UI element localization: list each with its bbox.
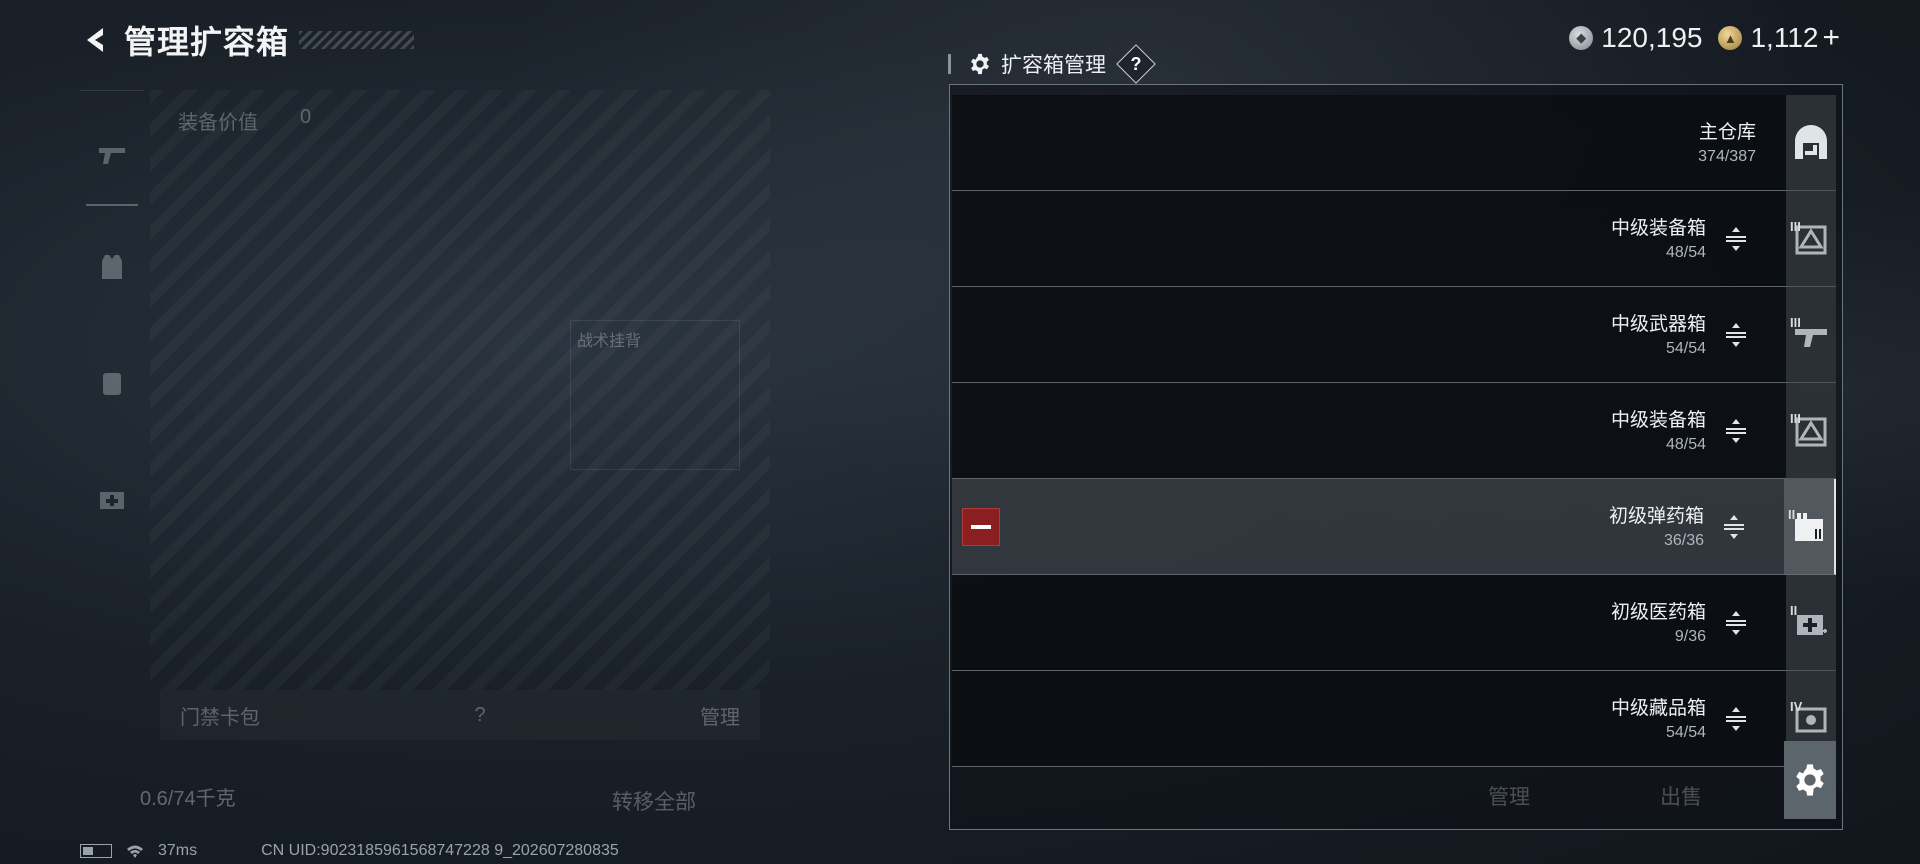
header: 管理扩容箱 (80, 18, 415, 62)
ammo-box-icon: II (1784, 479, 1834, 575)
tier-label: III (1790, 219, 1801, 234)
silver-currency[interactable]: ◆ 120,195 (1569, 22, 1702, 54)
box-capacity: 54/54 (1665, 340, 1706, 357)
tier-label: III (1790, 315, 1801, 330)
rail-active-indicator (86, 204, 138, 206)
equip-value: 0 (300, 106, 312, 128)
panel-title: 扩容箱管理 (1001, 54, 1106, 77)
box-name: 中级藏品箱 (1610, 698, 1706, 719)
remove-button[interactable] (962, 508, 1000, 546)
page-title: 管理扩容箱 (124, 24, 290, 60)
status-bar: 37ms CN UID:9023185961568747228 9_202607… (80, 842, 619, 860)
gold-amount: 1,112 (1750, 22, 1819, 53)
silver-coin-icon: ◆ (1569, 26, 1594, 50)
box-name: 中级装备箱 (1610, 410, 1706, 431)
list-item[interactable]: 中级装备箱 48/54 III (952, 383, 1836, 479)
box-capacity: 54/54 (1665, 724, 1706, 741)
drag-handle-icon[interactable] (1722, 225, 1750, 253)
weight-readout: 0.6/74千克 (140, 788, 236, 810)
box-name: 初级弹药箱 (1608, 506, 1704, 527)
header-accent-bar (948, 54, 951, 74)
backpack-icon[interactable] (96, 367, 128, 399)
list-item-selected[interactable]: 初级弹药箱 36/36 II (952, 479, 1836, 575)
wifi-icon (127, 845, 143, 858)
ping-readout: 37ms (158, 842, 198, 859)
currency-bar: ◆ 120,195 ▲ 1,112 + (1569, 18, 1840, 58)
list-item[interactable]: 主仓库 374/387 (952, 95, 1836, 191)
remove-icon (971, 525, 991, 529)
card-bag-help[interactable]: ? (474, 704, 485, 727)
medkit-icon[interactable] (96, 483, 128, 515)
transfer-all-button[interactable]: 转移全部 (612, 786, 696, 816)
list-item[interactable]: 初级医药箱 9/36 II (952, 575, 1836, 671)
drag-handle-icon[interactable] (1720, 513, 1748, 541)
drag-handle-icon[interactable] (1722, 321, 1750, 349)
list-item[interactable]: 中级藏品箱 54/54 IV (952, 671, 1836, 767)
title-stripe-decoration (299, 31, 415, 49)
tier-label: III (1790, 411, 1801, 426)
box-capacity: 374/387 (1698, 148, 1756, 165)
panel-footer-actions: 管理 出售 (1488, 781, 1702, 811)
card-bag-manage-button[interactable]: 管理 (700, 701, 740, 730)
uid-readout: CN UID:9023185961568747228 9_20260728083… (261, 842, 619, 859)
equip-value-label: 装备价值 (178, 112, 258, 134)
tactical-rig-slot[interactable]: 战术挂背 (570, 320, 740, 470)
box-name: 初级医药箱 (1610, 602, 1706, 623)
box-capacity: 36/36 (1663, 532, 1704, 549)
box-name: 中级装备箱 (1610, 218, 1706, 239)
help-button[interactable]: ? (1116, 44, 1156, 84)
card-bag-label: 门禁卡包 (180, 706, 260, 729)
box-capacity: 9/36 (1674, 628, 1706, 645)
gear-icon (971, 53, 989, 75)
question-icon: ? (1130, 53, 1142, 74)
gear-icon (1796, 764, 1824, 796)
battery-icon (80, 844, 112, 858)
gold-currency[interactable]: ▲ 1,112 + (1718, 21, 1840, 55)
gun-icon[interactable] (96, 139, 128, 171)
drag-handle-icon[interactable] (1722, 705, 1750, 733)
medical-box-icon: II (1786, 575, 1836, 671)
back-arrow-icon[interactable] (80, 24, 112, 56)
add-currency-button[interactable]: + (1822, 21, 1840, 55)
list-item[interactable]: 中级装备箱 48/54 III (952, 191, 1836, 287)
equipment-box-icon: III (1786, 191, 1836, 287)
weapon-box-icon: III (1786, 287, 1836, 383)
list-item[interactable]: 中级武器箱 54/54 III (952, 287, 1836, 383)
sell-button[interactable]: 出售 (1660, 781, 1702, 811)
box-name: 中级武器箱 (1610, 314, 1706, 335)
tier-label: II (1790, 603, 1798, 618)
tactical-rig-label: 战术挂背 (577, 333, 642, 350)
gold-coin-icon: ▲ (1718, 26, 1743, 50)
equipment-box-icon: III (1786, 383, 1836, 479)
category-rail (80, 90, 144, 570)
box-capacity: 48/54 (1665, 436, 1706, 453)
panel-header: 扩容箱管理 ? (948, 44, 1156, 84)
silver-amount: 120,195 (1601, 22, 1703, 53)
manage-button[interactable]: 管理 (1488, 781, 1530, 811)
box-capacity: 48/54 (1665, 244, 1706, 261)
expansion-box-panel: 主仓库 374/387 中级装备箱 48/54 III 中级武器箱 54/54 (949, 84, 1843, 830)
settings-button[interactable] (1784, 741, 1836, 819)
warehouse-icon (1786, 95, 1836, 191)
card-bag-bar[interactable]: 门禁卡包 ? 管理 (160, 690, 760, 740)
loadout-panel: 装备价值 0 战术挂背 门禁卡包 ? 管理 (80, 90, 760, 729)
expansion-box-list: 主仓库 374/387 中级装备箱 48/54 III 中级武器箱 54/54 (952, 95, 1836, 767)
tier-label: II (1788, 507, 1796, 522)
drag-handle-icon[interactable] (1722, 417, 1750, 445)
box-name: 主仓库 (1698, 122, 1756, 143)
tier-label: IV (1790, 699, 1803, 714)
drag-handle-icon[interactable] (1722, 609, 1750, 637)
vest-icon[interactable] (96, 251, 128, 283)
